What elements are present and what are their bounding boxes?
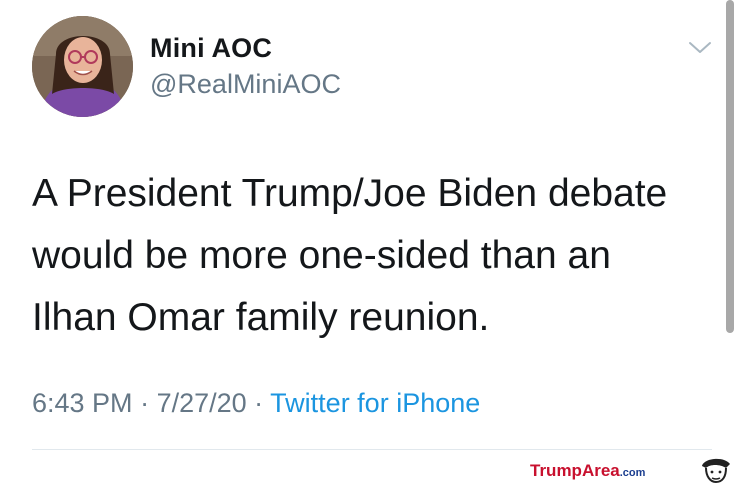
scrollbar[interactable] — [726, 0, 734, 333]
divider — [32, 449, 712, 450]
tweet-time[interactable]: 6:43 PM — [32, 388, 133, 418]
user-handle[interactable]: @RealMiniAOC — [150, 69, 341, 100]
tweet-text: A President Trump/Joe Biden debate would… — [32, 172, 668, 339]
meta-separator: · — [246, 388, 271, 418]
tweet-date[interactable]: 7/27/20 — [157, 388, 247, 418]
avatar[interactable] — [32, 16, 133, 117]
watermark-logo-icon — [696, 456, 736, 484]
tweet-screenshot: Mini AOC @RealMiniAOC A President Trump/… — [0, 0, 740, 485]
chevron-down-icon[interactable] — [688, 38, 712, 58]
tweet-source-link[interactable]: Twitter for iPhone — [270, 388, 480, 418]
display-name[interactable]: Mini AOC — [150, 33, 272, 64]
watermark: TrumpArea.com — [530, 461, 645, 481]
avatar-image — [32, 16, 133, 117]
tweet-metadata: 6:43 PM · 7/27/20 · Twitter for iPhone — [32, 388, 480, 419]
watermark-brand: TrumpArea — [530, 461, 620, 480]
meta-separator: · — [132, 388, 157, 418]
watermark-domain: .com — [619, 467, 646, 479]
